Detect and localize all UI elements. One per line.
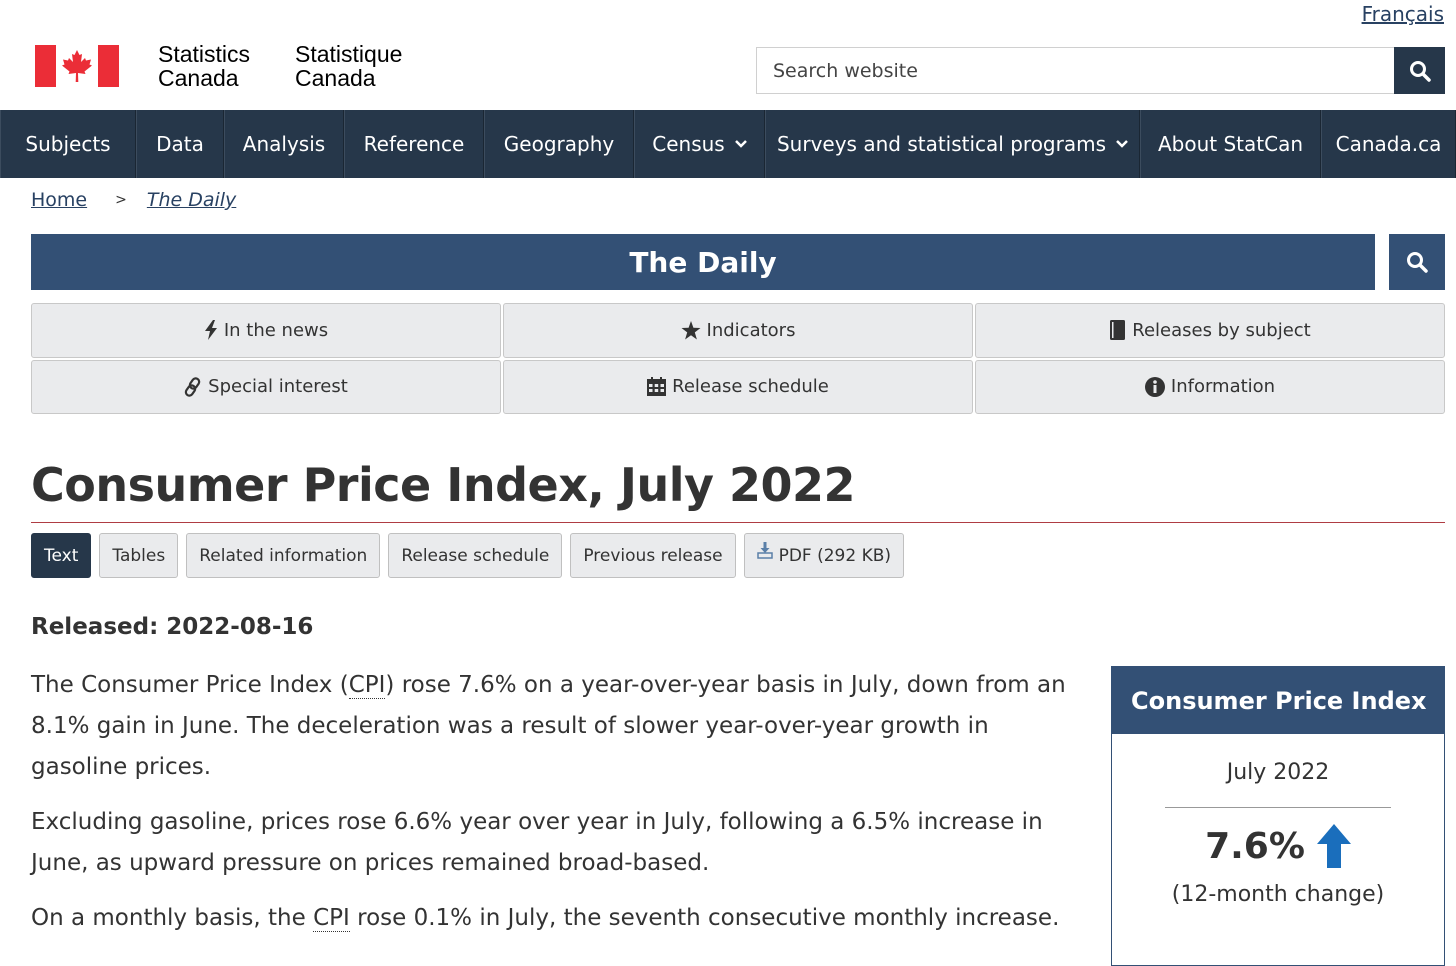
book-icon (1110, 320, 1126, 341)
search-button[interactable] (1394, 47, 1445, 94)
nav-data[interactable]: Data (136, 110, 224, 178)
indicators-link[interactable]: Indicators (503, 303, 973, 358)
page-title: Consumer Price Index, July 2022 (31, 458, 856, 512)
cpi-abbreviation[interactable]: CPI (313, 905, 350, 932)
breadcrumb: Home > The Daily (31, 189, 236, 211)
nav-subjects[interactable]: Subjects (0, 110, 136, 178)
indicator-period: July 2022 (1226, 760, 1330, 785)
bolt-icon (204, 320, 217, 341)
daily-search-button[interactable] (1389, 234, 1445, 290)
information-link[interactable]: Information (975, 359, 1445, 414)
article-body: The Consumer Price Index (CPI) rose 7.6%… (31, 665, 1071, 953)
info-icon (1144, 376, 1165, 397)
release-schedule-link[interactable]: Release schedule (503, 359, 973, 414)
site-search (756, 47, 1445, 94)
main-navigation: Subjects Data Analysis Reference Geograp… (0, 110, 1456, 178)
indicator-title: Consumer Price Index (1112, 667, 1444, 734)
nav-geography[interactable]: Geography (484, 110, 634, 178)
title-divider (31, 522, 1445, 523)
article-tabs: Text Tables Related information Release … (31, 533, 905, 578)
tab-pdf-download[interactable]: PDF (292 KB) (743, 533, 905, 578)
nav-analysis[interactable]: Analysis (224, 110, 344, 178)
signature-english[interactable]: Statistics Canada (158, 42, 250, 90)
chevron-down-icon (734, 140, 747, 148)
nav-reference[interactable]: Reference (344, 110, 484, 178)
tab-tables[interactable]: Tables (99, 533, 179, 578)
nav-about-statcan[interactable]: About StatCan (1140, 110, 1321, 178)
tab-related-information[interactable]: Related information (186, 533, 381, 578)
signature-french[interactable]: Statistique Canada (295, 42, 402, 90)
indicator-caption: (12-month change) (1171, 882, 1385, 907)
paragraph-2: Excluding gasoline, prices rose 6.6% yea… (31, 809, 1043, 876)
breadcrumb-separator: > (115, 192, 127, 208)
nav-census[interactable]: Census (634, 110, 765, 178)
paragraph-1: The Consumer Price Index (CPI) rose 7.6%… (31, 672, 1066, 780)
star-icon (681, 320, 701, 340)
search-icon (1409, 60, 1431, 82)
arrow-up-icon (1316, 824, 1351, 868)
breadcrumb-the-daily-link[interactable]: The Daily (147, 189, 236, 211)
canada-flag-logo (35, 45, 119, 87)
chevron-down-icon (1116, 140, 1128, 148)
cpi-abbreviation[interactable]: CPI (348, 672, 386, 699)
maple-leaf-icon (62, 50, 92, 82)
tab-release-schedule[interactable]: Release schedule (388, 533, 563, 578)
language-toggle-link[interactable]: Français (1362, 2, 1444, 26)
download-icon (756, 541, 773, 559)
tab-previous-release[interactable]: Previous release (570, 533, 736, 578)
search-icon (1407, 252, 1428, 273)
nav-surveys[interactable]: Surveys and statistical programs (765, 110, 1140, 178)
release-date: Released: 2022-08-16 (31, 614, 314, 640)
in-the-news-link[interactable]: In the news (31, 303, 501, 358)
indicator-value-row: 7.6% (1112, 824, 1444, 868)
search-input[interactable] (756, 47, 1394, 94)
daily-links-grid: In the news Indicators Releases by subje… (31, 303, 1445, 414)
the-daily-banner[interactable]: The Daily (31, 234, 1375, 290)
calendar-icon (647, 377, 667, 397)
cpi-indicator-panel: Consumer Price Index July 2022 7.6% (12-… (1111, 666, 1445, 966)
indicator-value: 7.6% (1205, 825, 1305, 867)
paragraph-3: On a monthly basis, the CPI rose 0.1% in… (31, 905, 1060, 932)
releases-by-subject-link[interactable]: Releases by subject (975, 303, 1445, 358)
special-interest-link[interactable]: Special interest (31, 359, 501, 414)
breadcrumb-home-link[interactable]: Home (31, 189, 87, 211)
nav-canada-ca[interactable]: Canada.ca (1321, 110, 1456, 178)
link-icon (184, 377, 201, 397)
indicator-divider (1165, 807, 1391, 808)
tab-text[interactable]: Text (31, 533, 92, 578)
the-daily-title: The Daily (629, 245, 777, 279)
